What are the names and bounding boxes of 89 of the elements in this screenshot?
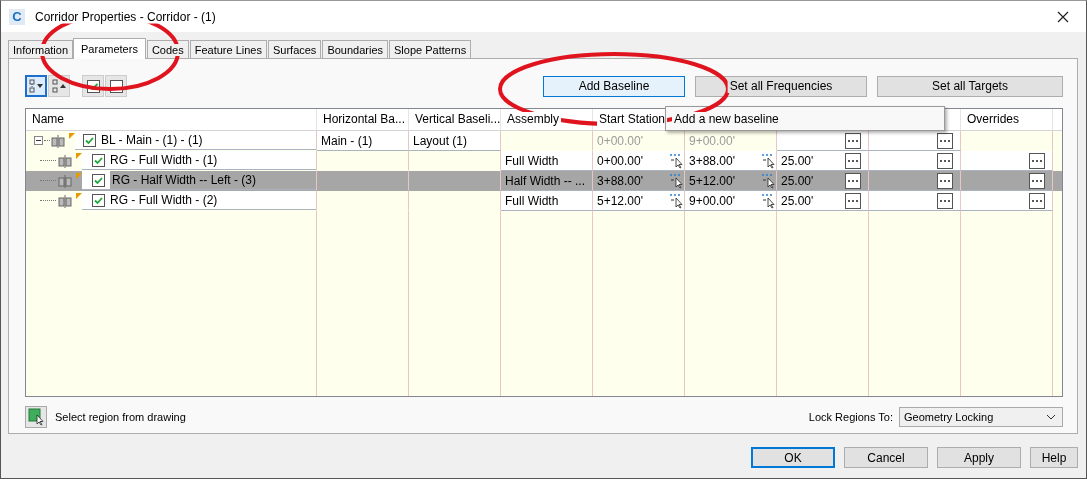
- collapse-tree-icon: [51, 78, 67, 94]
- action-button[interactable]: Add Baseline: [543, 75, 685, 97]
- cursor-icon[interactable]: [669, 192, 683, 209]
- table-cell: Main - (1): [320, 133, 373, 148]
- ellipsis-icon: [939, 138, 951, 143]
- more-button[interactable]: [845, 192, 861, 209]
- checkbox[interactable]: [92, 153, 105, 167]
- cursor-icon[interactable]: [761, 192, 775, 209]
- corner-marker-icon: [69, 133, 75, 139]
- more-button[interactable]: [937, 192, 953, 209]
- row-name: RG - Full Width - (1): [110, 153, 218, 167]
- checkbox[interactable]: [92, 193, 105, 207]
- cursor-icon[interactable]: [761, 152, 775, 169]
- table-cell: Full Width: [504, 153, 559, 168]
- table-cell: 25.00': [780, 193, 814, 208]
- dialog-button[interactable]: Help: [1030, 447, 1078, 468]
- cursor-icon[interactable]: [669, 152, 683, 169]
- more-button[interactable]: [937, 132, 953, 149]
- table-row[interactable]: RG - Full Width - (2) Full Width 5+12.00' 9+00.00' 25.00': [26, 191, 1062, 211]
- table-cell: 0+00.00': [596, 153, 643, 168]
- table-cell: 3+88.00': [688, 153, 735, 168]
- more-button[interactable]: [845, 132, 861, 149]
- checkbox[interactable]: [92, 173, 105, 187]
- lock-regions-dropdown[interactable]: Geometry Locking: [899, 407, 1063, 427]
- table-cell: 25.00': [780, 173, 814, 188]
- region-icon: [58, 153, 72, 168]
- action-button[interactable]: Set all Frequencies: [695, 75, 867, 97]
- dialog-button[interactable]: Cancel: [844, 447, 928, 468]
- table-row[interactable]: RG - Half Width -- Left - (3) Half Width -- ... 3+88.00' 5+12.00' 25.00': [26, 171, 1062, 191]
- ellipsis-icon: [939, 158, 951, 163]
- column-header[interactable]: Overrides: [961, 109, 1053, 130]
- lock-regions-label: Lock Regions To:: [808, 411, 893, 423]
- select-region-label: Select region from drawing: [55, 411, 186, 423]
- row-name: RG - Half Width -- Left - (3): [110, 171, 316, 189]
- ellipsis-icon: [847, 158, 859, 163]
- tab[interactable]: Parameters: [73, 38, 146, 59]
- ellipsis-icon: [847, 178, 859, 183]
- ellipsis-icon: [939, 178, 951, 183]
- ellipsis-icon: [847, 138, 859, 143]
- row-name: BL - Main - (1) - (1): [101, 133, 203, 147]
- select-region-icon: [28, 408, 44, 426]
- more-button[interactable]: [845, 172, 861, 189]
- more-button[interactable]: [1029, 172, 1045, 189]
- table-cell: 25.00': [780, 153, 814, 168]
- table-cell: Half Width -- ...: [504, 173, 585, 188]
- select-region-button[interactable]: [25, 406, 47, 428]
- dialog-button[interactable]: Apply: [937, 447, 1021, 468]
- tooltip: Add a new baseline: [665, 106, 945, 131]
- checkbox[interactable]: [83, 133, 96, 147]
- more-button[interactable]: [937, 172, 953, 189]
- more-button[interactable]: [937, 152, 953, 169]
- more-button[interactable]: [1029, 152, 1045, 169]
- table-cell: 9+00.00': [688, 133, 735, 148]
- table-cell: 5+12.00': [596, 193, 643, 208]
- more-button[interactable]: [845, 152, 861, 169]
- ellipsis-icon: [1031, 178, 1043, 183]
- row-name: RG - Full Width - (2): [110, 193, 218, 207]
- region-icon: [58, 173, 72, 188]
- cursor-icon[interactable]: [761, 172, 775, 189]
- expand-tree-icon: [28, 78, 44, 94]
- ellipsis-icon: [1031, 158, 1043, 163]
- dialog-button[interactable]: OK: [751, 447, 835, 468]
- column-header[interactable]: Horizontal Ba...: [317, 109, 409, 130]
- table-cell: 5+12.00': [688, 173, 735, 188]
- corner-marker-icon: [76, 153, 82, 159]
- region-icon: [58, 193, 72, 208]
- table-cell: Layout (1): [412, 133, 468, 148]
- table-cell: 3+88.00': [596, 173, 643, 188]
- expand-button[interactable]: [25, 75, 47, 97]
- table-cell: 9+00.00': [688, 193, 735, 208]
- corner-marker-icon: [76, 193, 82, 199]
- ellipsis-icon: [939, 198, 951, 203]
- window-title: Corridor Properties - Corridor - (1): [35, 9, 216, 24]
- ellipsis-icon: [1031, 198, 1043, 203]
- column-header[interactable]: Assembly: [501, 109, 593, 130]
- app-logo: C: [9, 8, 25, 25]
- corner-marker-icon: [76, 173, 82, 179]
- chevron-down-icon: [1046, 414, 1056, 420]
- ellipsis-icon: [847, 198, 859, 203]
- column-header[interactable]: Vertical Baseli...: [409, 109, 501, 130]
- action-button[interactable]: Set all Targets: [877, 75, 1063, 97]
- cursor-icon[interactable]: [669, 172, 683, 189]
- baseline-icon: [51, 133, 65, 148]
- table-cell: Full Width: [504, 193, 559, 208]
- table-cell: 0+00.00': [596, 133, 643, 148]
- collapse-toggle-icon[interactable]: [34, 136, 43, 145]
- more-button[interactable]: [1029, 192, 1045, 209]
- table-row[interactable]: RG - Full Width - (1) Full Width 0+00.00' 3+88.00' 25.00': [26, 151, 1062, 171]
- column-header[interactable]: Name: [26, 109, 317, 130]
